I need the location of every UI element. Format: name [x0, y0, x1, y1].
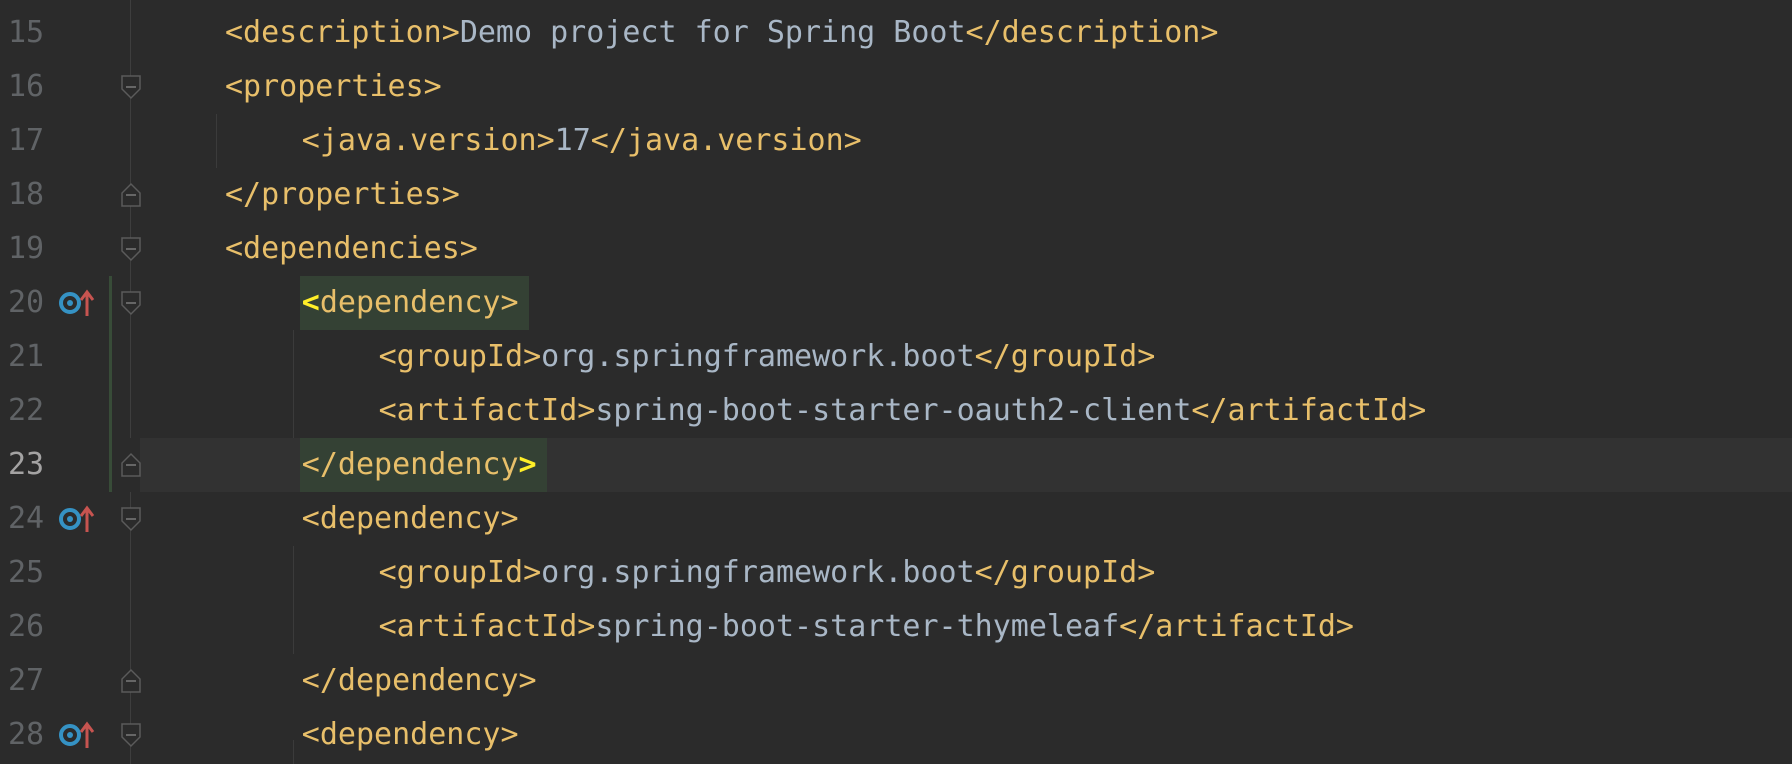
line-number: 23 [8, 447, 45, 482]
xml-open-tag: <dependency> [301, 285, 519, 320]
code-content[interactable]: <properties> [225, 60, 442, 114]
overriding-dependency-icon[interactable] [58, 288, 98, 318]
line-number: 18 [8, 177, 45, 212]
xml-open-tag: <description> [225, 15, 460, 50]
code-content[interactable]: </properties> [225, 168, 460, 222]
line-number: 27 [8, 663, 45, 698]
xml-open-tag: <groupId> [378, 555, 542, 590]
xml-text: org.springframework.boot [541, 339, 975, 374]
xml-text: spring-boot-starter-oauth2-client [595, 393, 1192, 428]
code-line-23[interactable]: 23 </dependency> [0, 438, 1792, 492]
code-line-21[interactable]: 21 <groupId>org.springframework.boot</gro… [0, 330, 1792, 384]
xml-open-tag: </dependency> [301, 447, 537, 482]
xml-open-tag: <dependencies> [225, 231, 478, 266]
xml-open-tag: <dependency> [301, 501, 519, 536]
xml-text: spring-boot-starter-thymeleaf [595, 609, 1120, 644]
fold-close-icon[interactable] [120, 452, 142, 478]
code-line-26[interactable]: 26 <artifactId>spring-boot-starter-thymel… [0, 600, 1792, 654]
overriding-dependency-icon[interactable] [58, 720, 98, 750]
code-content[interactable]: <dependency> [302, 492, 519, 546]
xml-open-tag: <groupId> [378, 339, 542, 374]
code-line-25[interactable]: 25 <groupId>org.springframework.boot</gro… [0, 546, 1792, 600]
line-number: 28 [8, 717, 45, 752]
code-content[interactable]: <java.version>17</java.version> [302, 114, 862, 168]
code-content[interactable]: <dependency> [302, 276, 519, 330]
xml-open-tag: </properties> [225, 177, 460, 212]
line-number: 20 [8, 285, 45, 320]
indent-guide [293, 740, 294, 764]
code-line-20[interactable]: 20 <dependency> [0, 276, 1792, 330]
code-editor[interactable]: 15 <description>Demo project for Spring B… [0, 0, 1792, 764]
code-content[interactable]: <artifactId>spring-boot-starter-oauth2-c… [379, 384, 1427, 438]
line-number: 25 [8, 555, 45, 590]
xml-text: Demo project for Spring Boot [459, 15, 966, 50]
fold-close-icon[interactable] [120, 668, 142, 694]
xml-close-tag: </java.version> [590, 123, 862, 158]
fold-open-icon[interactable] [120, 722, 142, 748]
code-content[interactable]: </dependency> [302, 654, 537, 708]
code-line-28[interactable]: 28 <dependency> [0, 708, 1792, 762]
code-line-19[interactable]: 19 <dependencies> [0, 222, 1792, 276]
xml-close-tag: </artifactId> [1119, 609, 1354, 644]
code-content[interactable]: <artifactId>spring-boot-starter-thymelea… [379, 600, 1354, 654]
xml-open-tag: <properties> [225, 69, 442, 104]
code-line-22[interactable]: 22 <artifactId>spring-boot-starter-oauth2… [0, 384, 1792, 438]
code-line-17[interactable]: 17 <java.version>17</java.version> [0, 114, 1792, 168]
code-content[interactable]: <groupId>org.springframework.boot</group… [379, 330, 1156, 384]
code-line-27[interactable]: 27 </dependency> [0, 654, 1792, 708]
code-content[interactable]: </dependency> [302, 438, 537, 492]
line-number: 15 [8, 15, 45, 50]
xml-text: org.springframework.boot [541, 555, 975, 590]
line-number: 22 [8, 393, 45, 428]
line-number: 24 [8, 501, 45, 536]
xml-text: 17 [554, 123, 591, 158]
fold-open-icon[interactable] [120, 290, 142, 316]
fold-close-icon[interactable] [120, 182, 142, 208]
code-line-16[interactable]: 16 <properties> [0, 60, 1792, 114]
line-number: 26 [8, 609, 45, 644]
indent-guide [293, 330, 294, 438]
line-number: 17 [8, 123, 45, 158]
code-content[interactable]: <dependencies> [225, 222, 478, 276]
code-line-24[interactable]: 24 <dependency> [0, 492, 1792, 546]
indent-guide [216, 114, 217, 168]
xml-close-tag: </groupId> [974, 339, 1156, 374]
fold-open-icon[interactable] [120, 74, 142, 100]
xml-close-tag: </artifactId> [1191, 393, 1427, 428]
xml-open-tag: </dependency> [301, 663, 537, 698]
overriding-dependency-icon[interactable] [58, 504, 98, 534]
line-number: 16 [8, 69, 45, 104]
xml-open-tag: <java.version> [301, 123, 555, 158]
code-content[interactable]: <description>Demo project for Spring Boo… [225, 6, 1218, 60]
xml-open-tag: <artifactId> [378, 609, 596, 644]
code-line-15[interactable]: 15 <description>Demo project for Spring B… [0, 6, 1792, 60]
xml-open-tag: <dependency> [301, 717, 519, 752]
xml-close-tag: </groupId> [974, 555, 1156, 590]
indent-guide [293, 546, 294, 654]
xml-close-tag: </description> [965, 15, 1219, 50]
code-line-18[interactable]: 18 </properties> [0, 168, 1792, 222]
vcs-change-marker[interactable] [109, 276, 112, 492]
line-number: 19 [8, 231, 45, 266]
code-content[interactable]: <groupId>org.springframework.boot</group… [379, 546, 1156, 600]
code-content[interactable]: <dependency> [302, 708, 519, 762]
line-number: 21 [8, 339, 45, 374]
fold-open-icon[interactable] [120, 506, 142, 532]
xml-open-tag: <artifactId> [378, 393, 596, 428]
fold-open-icon[interactable] [120, 236, 142, 262]
